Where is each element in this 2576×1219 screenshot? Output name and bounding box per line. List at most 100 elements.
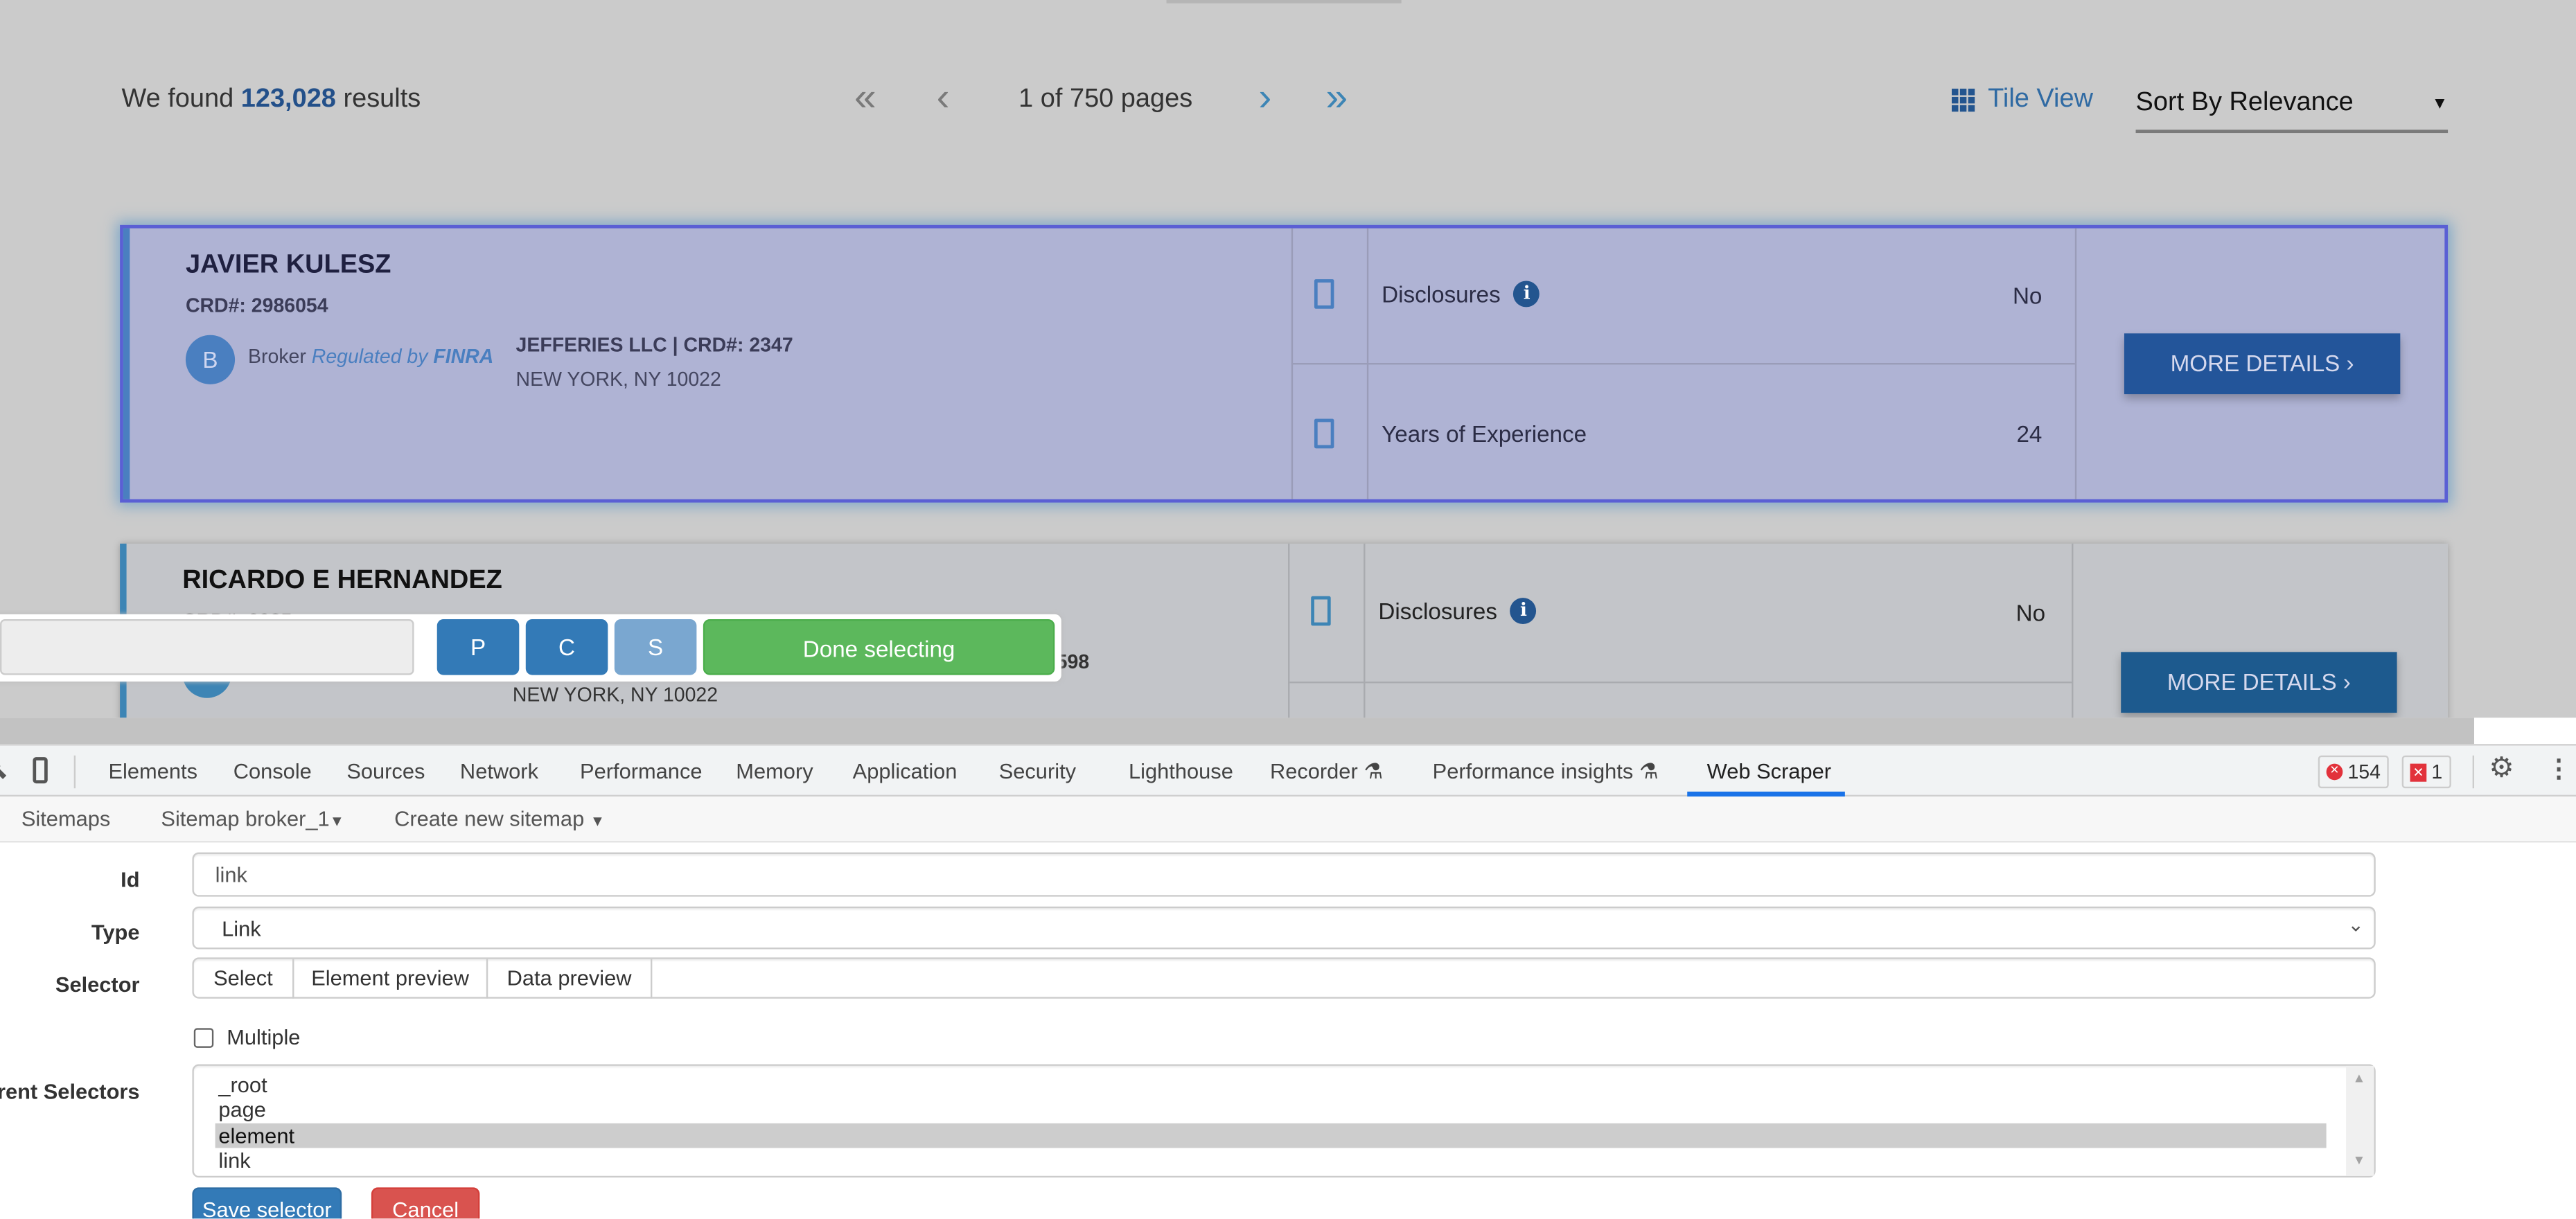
results-number: 123,028 [240,85,336,114]
more-details-button[interactable]: MORE DETAILS › [2121,652,2397,713]
parent-selectors-list[interactable]: _root page element link ▲ ▼ [192,1064,2376,1178]
chevron-down-icon: ⌄ [2347,913,2365,936]
first-page-button[interactable]: « [854,78,876,118]
tab-sources[interactable]: Sources [346,758,425,783]
tab-label: Performance insights [1432,758,1634,784]
experience-value: 24 [2016,420,2043,447]
disclosures-label: Disclosures i [1382,281,1540,308]
done-selecting-button[interactable]: Done selecting [703,619,1055,675]
inspect-element-icon[interactable]: ⬉ [0,758,8,785]
document-icon [1311,596,1331,626]
parent-option[interactable]: _root [215,1072,2327,1097]
tab-elements[interactable]: Elements [108,758,197,783]
tab-label: Recorder [1269,758,1358,784]
sitemap-label: Sitemap broker_1 [161,806,330,831]
error-count-badge[interactable]: ✕ 154 [2318,755,2389,789]
disclosures-value: No [2015,599,2046,626]
list-scrollbar[interactable]: ▲ ▼ [2346,1065,2374,1176]
selector-group: Select Element preview Data preview [192,957,2376,999]
data-preview-button[interactable]: Data preview [488,959,653,999]
type-label: Type [91,919,140,945]
gear-icon[interactable]: ⚙ [2489,752,2514,785]
device-toolbar-icon[interactable] [33,757,48,784]
selector-label: Selector [55,972,140,997]
divider [1291,363,2075,365]
next-page-button[interactable]: › [1258,78,1271,118]
sitemaps-link[interactable]: Sitemaps [21,806,111,831]
select-child-button[interactable]: C [525,619,608,675]
select-sibling-button[interactable]: S [614,619,697,675]
selector-preview-input[interactable] [0,619,414,675]
kebab-menu-icon[interactable]: ⋮ [2546,754,2571,783]
type-select[interactable]: Link ⌄ [192,906,2376,950]
scraper-selection-toolbar: P C S Done selecting [0,614,1061,682]
caret-down-icon: ▼ [590,812,606,830]
tab-network[interactable]: Network [460,758,538,783]
tab-performance[interactable]: Performance [580,758,702,783]
broker-name[interactable]: JAVIER KULESZ [186,251,391,281]
tile-view-toggle[interactable]: Tile View [1951,85,2093,115]
divider [2472,755,2475,789]
scroll-up-icon[interactable]: ▲ [2353,1071,2366,1085]
more-details-button[interactable]: MORE DETAILS › [2124,333,2401,395]
error-icon: ✕ [2326,763,2343,781]
firm-name: JEFFERIES LLC | CRD#: 2347 [515,333,793,357]
disclosures-text: Disclosures [1382,281,1501,308]
type-value: Link [222,916,261,941]
tab-lighthouse[interactable]: Lighthouse [1129,758,1233,783]
select-button[interactable]: Select [194,959,294,999]
scroll-down-icon[interactable]: ▼ [2353,1153,2366,1168]
devtools-resize-handle[interactable] [0,718,2475,745]
divider [1288,682,2072,684]
last-page-button[interactable]: » [1326,78,1348,118]
select-parent-button[interactable]: P [436,619,520,675]
grid-icon [1951,89,1975,112]
cancel-button[interactable]: Cancel [371,1187,480,1219]
tab-performance-insights[interactable]: Performance insights ⚗ [1433,758,1659,785]
create-label: Create new sitemap [394,806,585,831]
element-preview-button[interactable]: Element preview [294,959,488,999]
firm-name: 598 [1056,650,1090,674]
divider [1364,543,1366,718]
create-sitemap-menu[interactable]: Create new sitemap ▼ [394,806,605,831]
tab-web-scraper[interactable]: Web Scraper [1707,758,1831,783]
tab-console[interactable]: Console [233,758,312,783]
firm-address: NEW YORK, NY 10022 [515,368,721,391]
multiple-label: Multiple [227,1024,301,1050]
tab-security[interactable]: Security [999,758,1076,783]
tab-application[interactable]: Application [853,758,958,783]
caret-down-icon: ▼ [329,812,344,830]
disclosures-label: Disclosures i [1378,598,1537,625]
parent-option-selected[interactable]: element [215,1123,2327,1148]
sort-value: Sort By Relevance [2135,89,2354,117]
tab-recorder[interactable]: Recorder ⚗ [1270,758,1383,785]
page-status: 1 of 750 pages [1018,85,1193,114]
prev-page-button[interactable]: ‹ [937,78,950,118]
broker-name[interactable]: RICARDO E HERNANDEZ [182,567,502,596]
parent-option[interactable]: page [215,1097,2327,1122]
issues-count-badge[interactable]: ✕ 1 [2401,755,2451,789]
card-accent [123,228,130,499]
save-selector-button[interactable]: Save selector [192,1187,342,1219]
document-icon [1314,279,1334,309]
parent-option[interactable]: link [215,1148,2327,1173]
sort-select[interactable]: Sort By Relevance ▼ [2135,82,2449,134]
scraper-nav: Sitemaps Sitemap broker_1▼ Create new si… [0,797,2576,843]
issue-icon: ✕ [2410,763,2427,781]
id-input[interactable]: link [192,852,2376,897]
info-icon[interactable]: i [1510,598,1537,625]
flask-icon: ⚗ [1364,758,1383,784]
divider [2072,543,2074,718]
selector-input[interactable] [654,959,2374,999]
web-page: We found 123,028 results « ‹ 1 of 750 pa… [0,0,2576,718]
result-card[interactable]: JAVIER KULESZ CRD#: 2986054 B Broker Reg… [120,224,2449,503]
scroll-indicator [1166,0,1402,3]
multiple-checkbox[interactable] [193,1028,214,1048]
type-label: Broker [248,344,306,368]
parent-selectors-label: Parent Selectors [0,1078,140,1104]
divider [2074,228,2077,499]
info-icon[interactable]: i [1513,281,1540,308]
tab-memory[interactable]: Memory [736,758,813,783]
sitemap-menu[interactable]: Sitemap broker_1▼ [161,806,344,831]
broker-type: Broker Regulated by FINRA [248,345,493,368]
